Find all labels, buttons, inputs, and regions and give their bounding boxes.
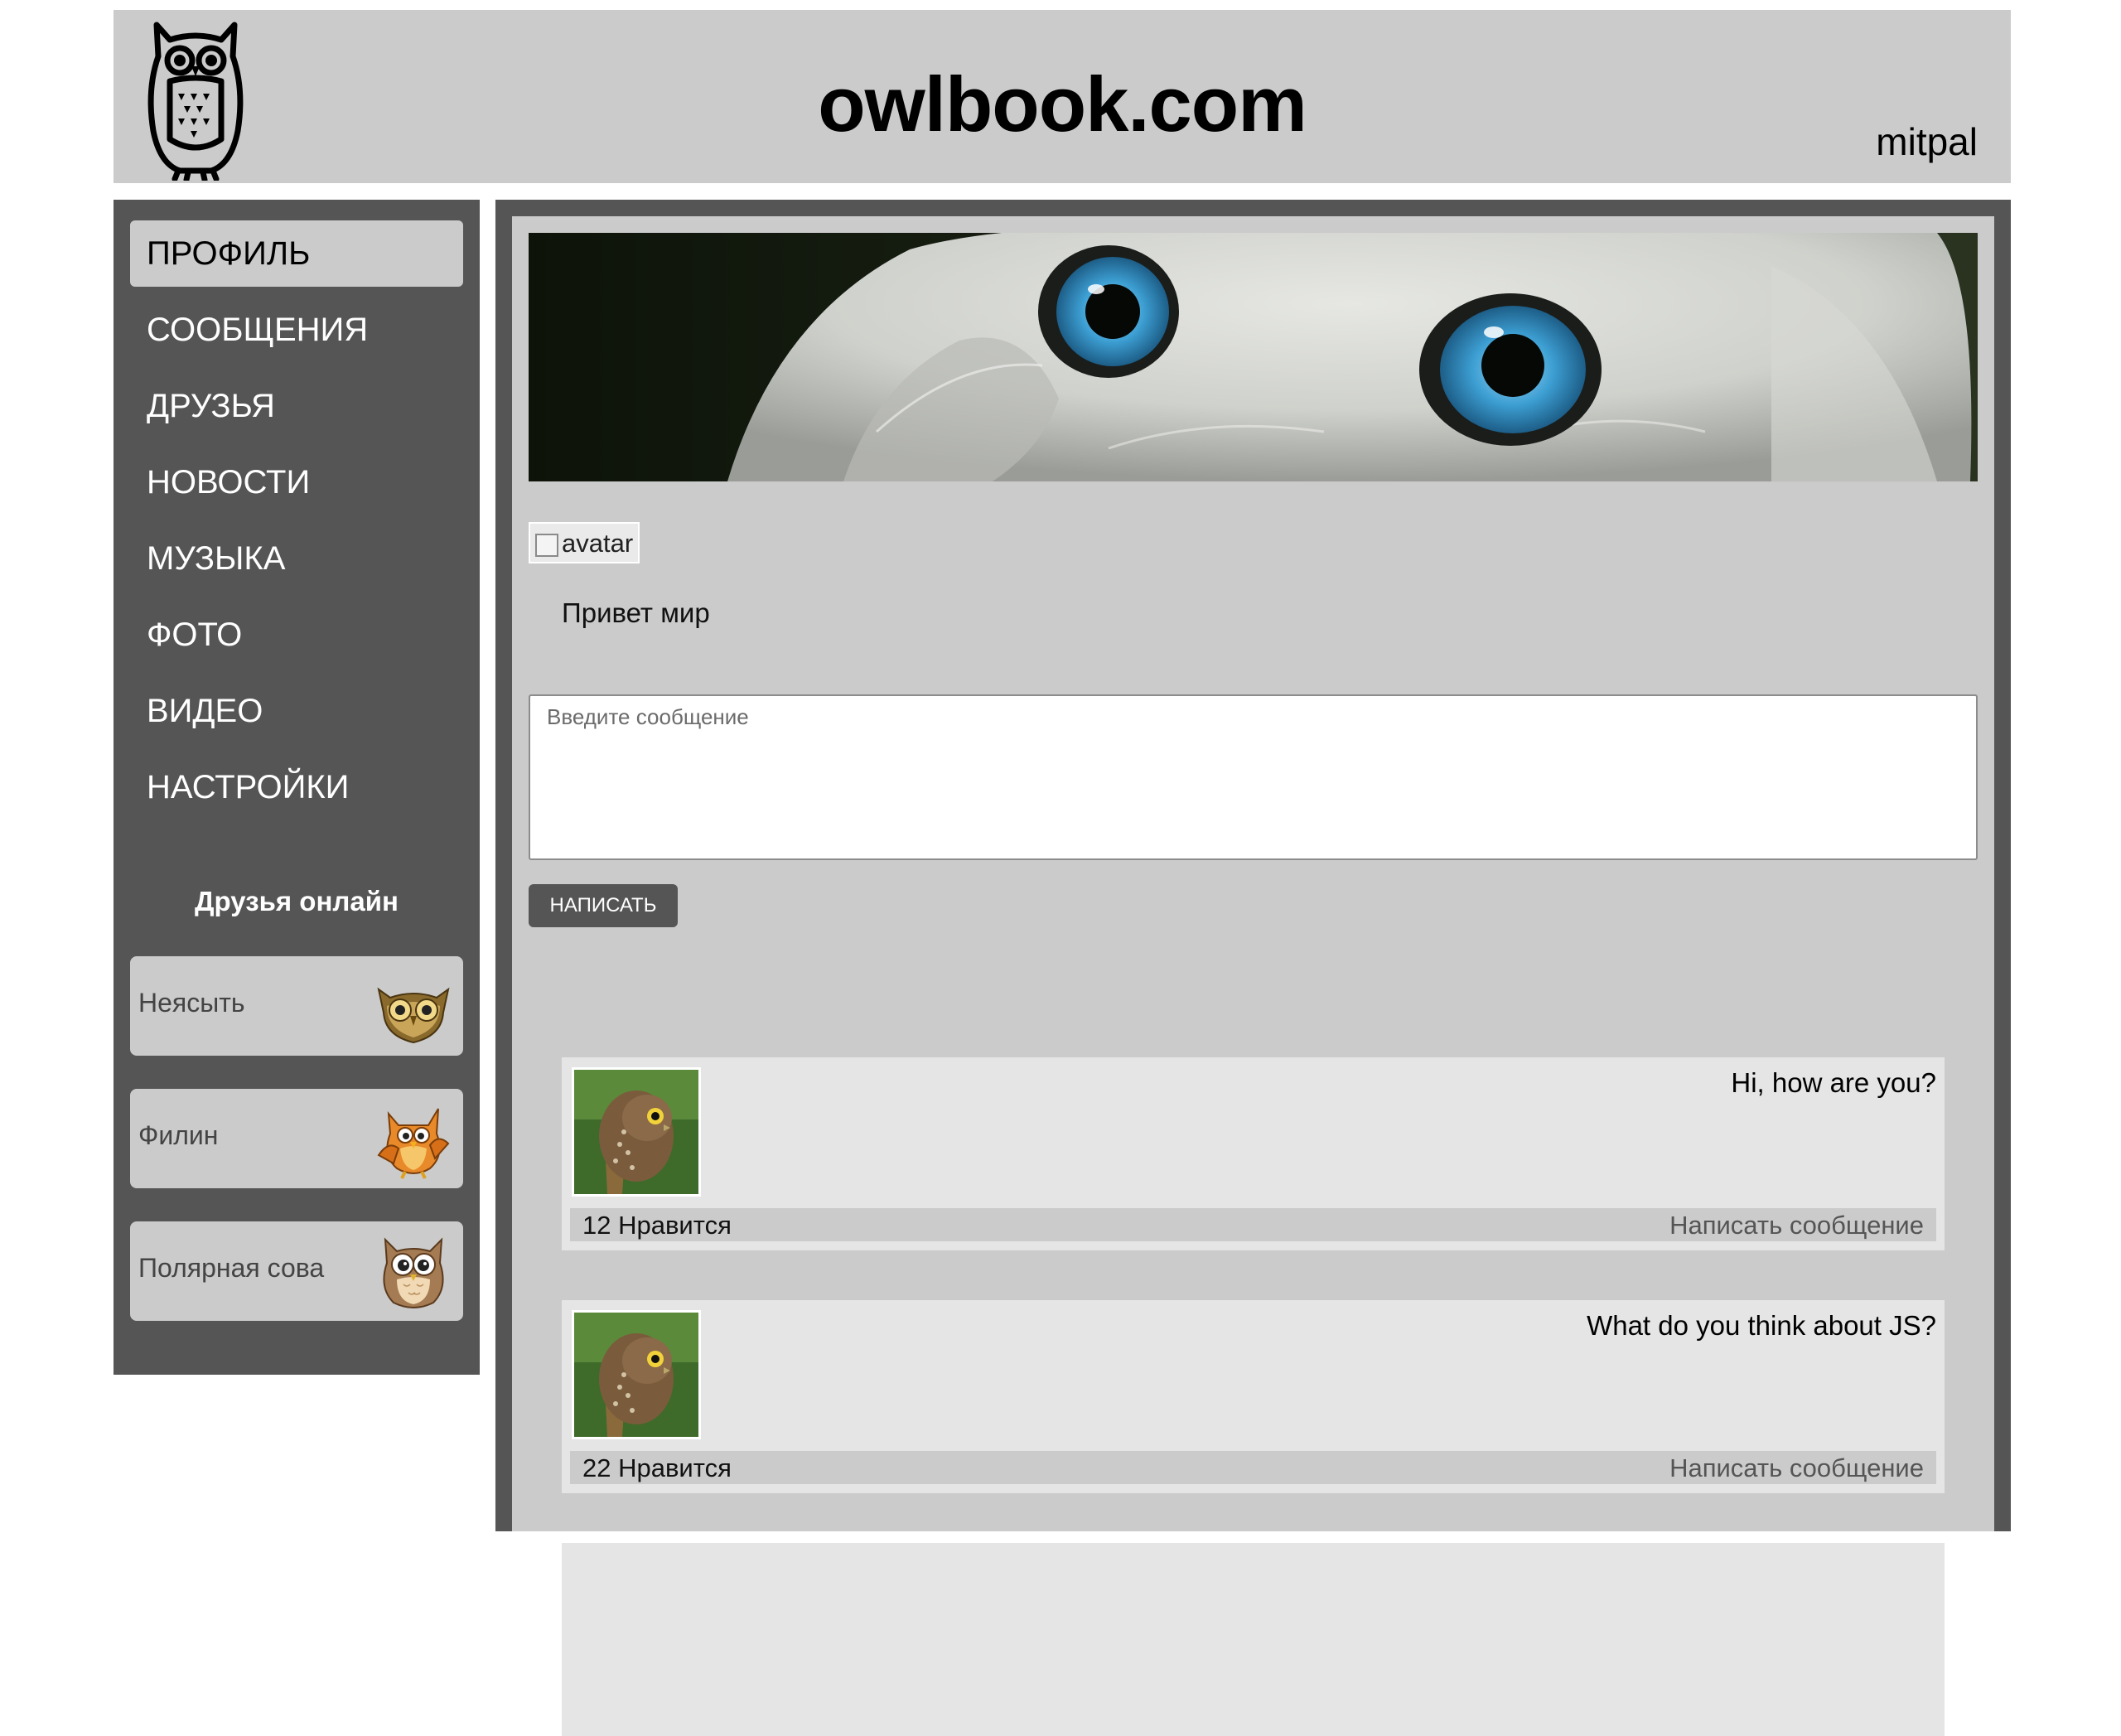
nav-item-video[interactable]: ВИДЕО: [130, 678, 463, 744]
profile-avatar: avatar: [529, 522, 640, 563]
nav-item-friends[interactable]: ДРУЗЬЯ: [130, 373, 463, 439]
profile-banner: [529, 233, 1978, 481]
send-message-button[interactable]: НАПИСАТЬ: [529, 884, 678, 927]
friend-card[interactable]: Полярная сова: [130, 1221, 463, 1321]
write-message-link[interactable]: Написать сообщение: [1669, 1453, 1924, 1483]
burrowing-owl-photo: [574, 1313, 698, 1437]
broken-image-icon: [535, 533, 558, 557]
tawny-owl-icon: [377, 987, 450, 1044]
site-title: owlbook.com: [818, 60, 1307, 147]
friend-card[interactable]: Филин: [130, 1089, 463, 1188]
profile-content: avatar Привет мир НАПИСАТЬ: [512, 216, 1994, 1736]
post-avatar: [572, 1067, 701, 1197]
nav-item-news[interactable]: НОВОСТИ: [130, 449, 463, 515]
post: What do you think about JS? 22 Нравится …: [562, 1300, 1945, 1493]
friends-online-title: Друзья онлайн: [195, 886, 399, 916]
nav-item-photo[interactable]: ФОТО: [130, 602, 463, 668]
cartoon-owl-icon: [377, 1108, 450, 1179]
friend-name: Неясыть: [138, 988, 245, 1018]
friend-name: Полярная сова: [138, 1253, 325, 1283]
nav-item-messages[interactable]: СООБЩЕНИЯ: [130, 297, 463, 363]
post-footer: 22 Нравится Написать сообщение: [570, 1451, 1936, 1484]
nav-item-settings[interactable]: НАСТРОЙКИ: [130, 754, 463, 820]
post: [562, 1543, 1945, 1736]
friends-online-list: Неясыть Филин Полярная сова: [130, 956, 463, 1354]
avatar-alt-text: avatar: [562, 529, 634, 558]
post-avatar: [572, 1310, 701, 1439]
friend-card[interactable]: Неясыть: [130, 956, 463, 1056]
site-header: owlbook.com mitpal: [114, 10, 2011, 183]
brown-owl-icon: [383, 1237, 444, 1308]
post-text: What do you think about JS?: [1587, 1310, 1936, 1341]
main-frame: avatar Привет мир НАПИСАТЬ: [495, 200, 2011, 1736]
sidebar-nav: ПРОФИЛЬ СООБЩЕНИЯ ДРУЗЬЯ НОВОСТИ МУЗЫКА …: [130, 220, 463, 830]
nav-item-profile[interactable]: ПРОФИЛЬ: [130, 220, 463, 287]
post-footer: 12 Нравится Написать сообщение: [570, 1208, 1936, 1241]
username[interactable]: mitpal: [1876, 119, 1978, 164]
like-count[interactable]: 22 Нравится: [582, 1453, 732, 1483]
message-input[interactable]: [529, 694, 1978, 860]
write-message-link[interactable]: Написать сообщение: [1669, 1211, 1924, 1240]
friend-name: Филин: [138, 1120, 219, 1150]
sidebar: ПРОФИЛЬ СООБЩЕНИЯ ДРУЗЬЯ НОВОСТИ МУЗЫКА …: [114, 200, 480, 1375]
post-text: Hi, how are you?: [1731, 1067, 1936, 1098]
owl-eyes-banner: [529, 233, 1978, 481]
burrowing-owl-photo: [574, 1070, 698, 1194]
nav-item-music[interactable]: МУЗЫКА: [130, 525, 463, 592]
like-count[interactable]: 12 Нравится: [582, 1211, 732, 1240]
profile-status: Привет мир: [562, 597, 710, 628]
post: Hi, how are you? 12 Нравится Написать со…: [562, 1057, 1945, 1250]
